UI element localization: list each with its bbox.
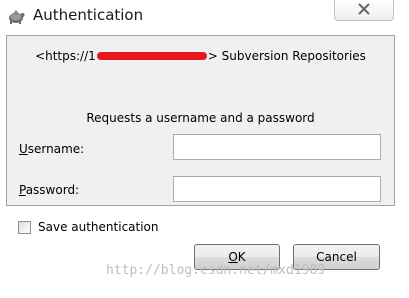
save-authentication-checkbox[interactable] <box>18 220 31 234</box>
username-mnemonic: U <box>19 142 28 156</box>
title-bar: Authentication <box>0 0 409 34</box>
cancel-label: Cancel <box>316 250 357 264</box>
redaction-mark <box>96 52 207 60</box>
credentials-panel: <https://1 > Subversion Repositories Requ… <box>6 35 395 206</box>
ok-label: K <box>237 250 246 264</box>
close-icon <box>357 2 371 18</box>
save-authentication-option[interactable]: Save authentication <box>18 220 159 234</box>
username-input[interactable] <box>173 134 381 160</box>
tortoise-icon <box>6 7 26 27</box>
username-label-text: sername: <box>27 142 85 156</box>
window-title: Authentication <box>33 6 144 24</box>
password-label-text: assword: <box>25 183 80 197</box>
password-label: Password: <box>19 183 79 197</box>
request-message: Requests a username and a password <box>86 111 315 125</box>
save-authentication-label: Save authentication <box>38 220 159 234</box>
repository-url: <https://1 > Subversion Repositories <box>7 49 394 63</box>
username-label: Username: <box>19 142 84 156</box>
watermark-text: http://blog.csdn.net/mxd1989 <box>106 263 326 278</box>
password-mnemonic: P <box>19 183 26 197</box>
url-suffix: > Subversion Repositories <box>207 49 366 63</box>
close-button[interactable] <box>334 0 394 21</box>
ok-mnemonic: O <box>228 250 238 264</box>
url-prefix: <https://1 <box>35 49 96 63</box>
dialog-footer: Save authentication OK Cancel http://blo… <box>0 206 409 298</box>
password-input[interactable] <box>173 176 381 202</box>
